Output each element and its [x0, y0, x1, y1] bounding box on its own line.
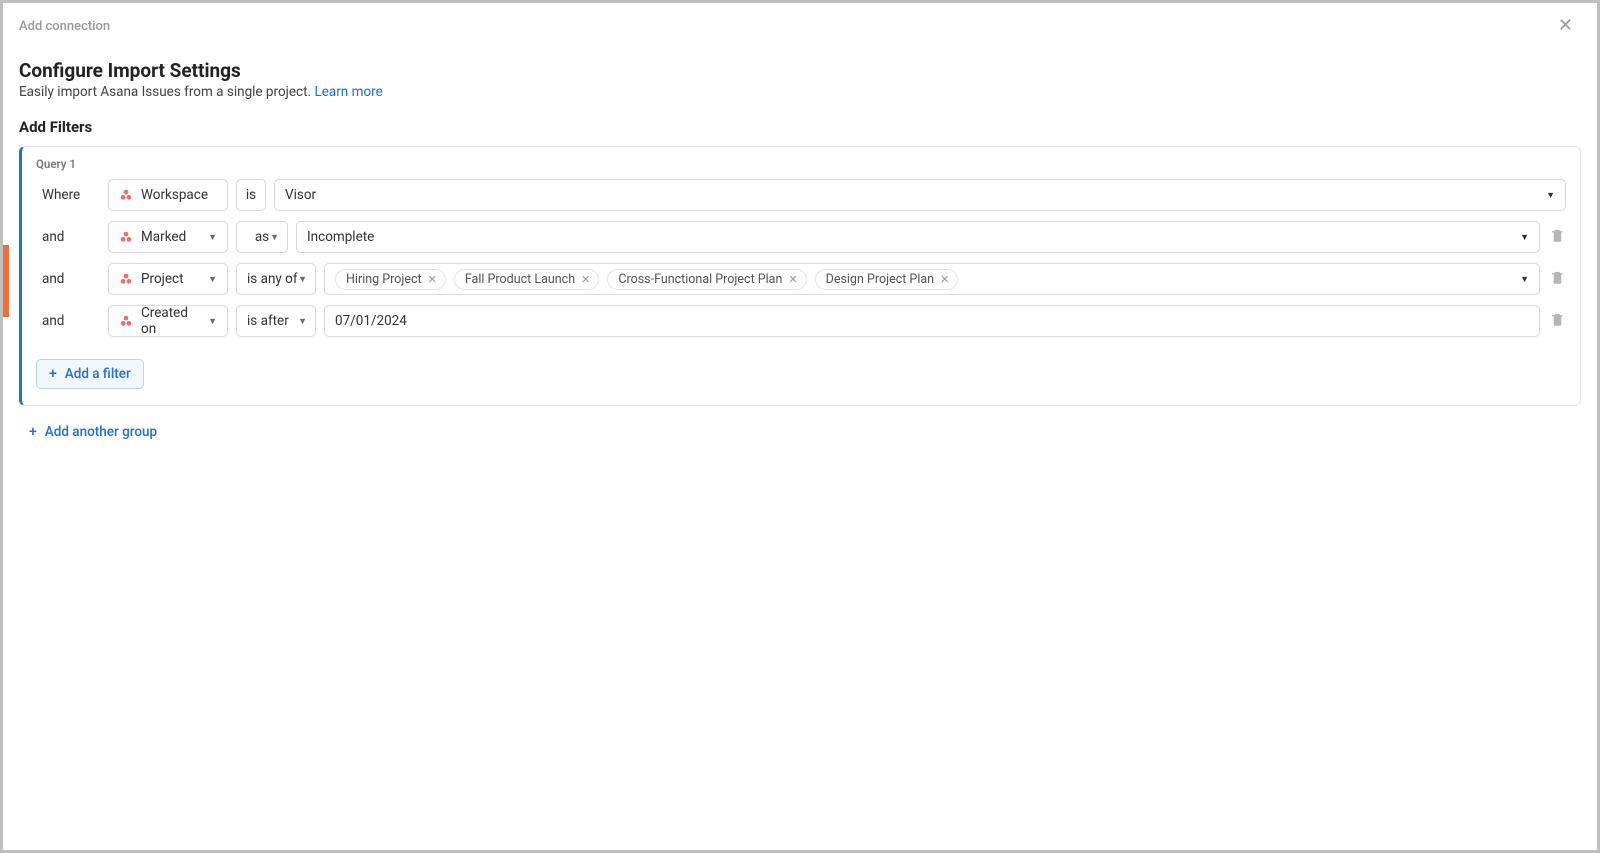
chevron-down-icon: ▼ [208, 274, 217, 285]
conjunction-label: and [36, 313, 100, 329]
value-select-workspace[interactable]: Visor ▼ [274, 179, 1566, 211]
operator-select-as[interactable]: as ▼ [236, 221, 288, 253]
chip-remove-icon[interactable]: ✕ [581, 273, 590, 286]
asana-icon [119, 314, 133, 328]
chevron-down-icon: ▼ [298, 316, 307, 327]
plus-icon: + [29, 425, 37, 439]
filter-row: Where Workspace is Visor ▼ [36, 179, 1566, 211]
add-filter-button[interactable]: + Add a filter [36, 359, 144, 389]
page-title: Configure Import Settings [19, 59, 1581, 82]
filter-row: and Project ▼ is any of ▼ Hiring Project… [36, 263, 1566, 295]
chip-label: Hiring Project [346, 272, 422, 287]
value-text: 07/01/2024 [335, 313, 407, 329]
delete-filter-button[interactable] [1548, 312, 1566, 331]
chevron-down-icon: ▼ [298, 274, 307, 285]
chip-remove-icon[interactable]: ✕ [428, 273, 437, 286]
value-date-createdon[interactable]: 07/01/2024 ▼ [324, 305, 1540, 337]
trash-icon [1550, 228, 1565, 243]
conjunction-label: Where [36, 187, 100, 203]
value-select-marked[interactable]: Incomplete ▼ [296, 221, 1540, 253]
chip-project: Fall Product Launch ✕ [454, 269, 599, 290]
chip-label: Fall Product Launch [465, 272, 575, 287]
chip-project: Design Project Plan ✕ [815, 269, 959, 290]
page-subtitle: Easily import Asana Issues from a single… [19, 84, 1581, 100]
field-select-marked[interactable]: Marked ▼ [108, 221, 228, 253]
chip-project: Cross-Functional Project Plan ✕ [607, 269, 806, 290]
breadcrumb: Add connection [19, 19, 110, 34]
chip-remove-icon[interactable]: ✕ [940, 273, 949, 286]
left-accent [3, 245, 9, 317]
field-select-createdon[interactable]: Created on ▼ [108, 305, 228, 337]
plus-icon: + [49, 367, 57, 381]
field-label: Workspace [141, 187, 208, 203]
trash-icon [1550, 312, 1565, 327]
field-label: Created on [141, 305, 200, 337]
subtitle-text: Easily import Asana Issues from a single… [19, 84, 314, 100]
delete-filter-button[interactable] [1548, 270, 1566, 289]
add-group-label: Add another group [45, 424, 157, 440]
close-icon[interactable]: ✕ [1550, 13, 1581, 39]
add-filter-label: Add a filter [65, 366, 131, 382]
learn-more-link[interactable]: Learn more [314, 84, 382, 100]
field-label: Marked [141, 229, 186, 245]
operator-select-isanyof[interactable]: is any of ▼ [236, 263, 316, 295]
field-workspace: Workspace [108, 179, 228, 211]
operator-label: as [255, 229, 269, 245]
chevron-down-icon: ▼ [270, 232, 279, 243]
chevron-down-icon: ▼ [1520, 274, 1529, 285]
field-select-project[interactable]: Project ▼ [108, 263, 228, 295]
filter-row: and Created on ▼ is after ▼ 07/01/2024 ▼ [36, 305, 1566, 337]
operator-select-isafter[interactable]: is after ▼ [236, 305, 316, 337]
chip-label: Cross-Functional Project Plan [618, 272, 782, 287]
field-label: Project [141, 271, 184, 287]
asana-icon [119, 230, 133, 244]
operator-is: is [236, 179, 266, 211]
chevron-down-icon: ▼ [208, 316, 217, 327]
filter-row: and Marked ▼ as ▼ Incomplete ▼ [36, 221, 1566, 253]
value-text: Visor [285, 187, 316, 203]
operator-label: is any of [247, 271, 298, 287]
chevron-down-icon: ▼ [1546, 190, 1555, 201]
value-multiselect-project[interactable]: Hiring Project ✕ Fall Product Launch ✕ C… [324, 263, 1540, 295]
chip-remove-icon[interactable]: ✕ [788, 273, 797, 286]
chevron-down-icon: ▼ [208, 232, 217, 243]
value-text: Incomplete [307, 229, 374, 245]
conjunction-label: and [36, 271, 100, 287]
operator-label: is after [247, 313, 289, 329]
section-title-add-filters: Add Filters [19, 118, 1581, 136]
delete-filter-button[interactable] [1548, 228, 1566, 247]
query-label: Query 1 [36, 157, 1566, 171]
operator-label: is [246, 187, 256, 203]
trash-icon [1550, 270, 1565, 285]
add-another-group-button[interactable]: + Add another group [19, 424, 157, 440]
chip-project: Hiring Project ✕ [335, 269, 446, 290]
asana-icon [119, 188, 133, 202]
query-card: Query 1 Where Workspace is Visor ▼ and [19, 146, 1581, 406]
chip-label: Design Project Plan [826, 272, 934, 287]
chevron-down-icon: ▼ [1520, 232, 1529, 243]
asana-icon [119, 272, 133, 286]
conjunction-label: and [36, 229, 100, 245]
